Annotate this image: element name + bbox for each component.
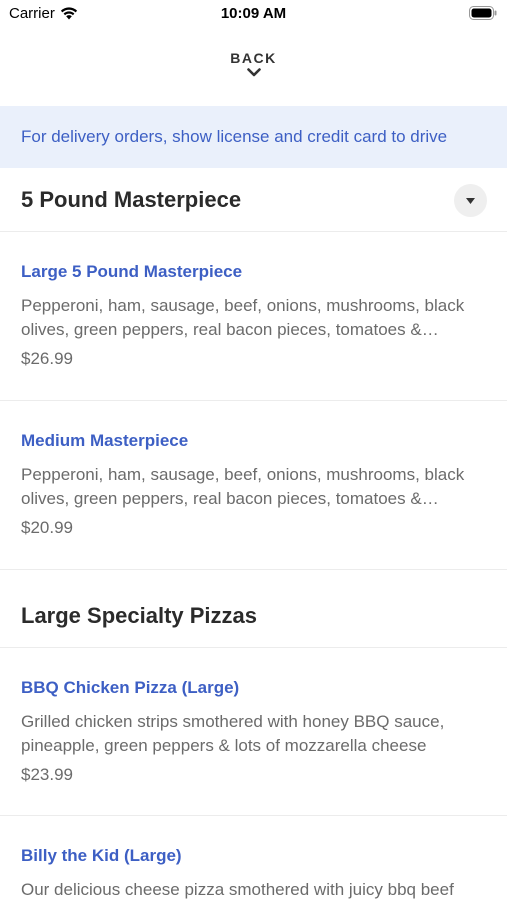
caret-down-icon (466, 197, 475, 204)
menu-item-billy-the-kid[interactable]: Billy the Kid (Large) Our delicious chee… (0, 816, 507, 900)
item-name: BBQ Chicken Pizza (Large) (21, 678, 240, 697)
delivery-notice-text: For delivery orders, show license and cr… (21, 127, 448, 146)
item-price: $20.99 (21, 518, 73, 537)
status-bar: Carrier 10:09 AM (0, 0, 507, 28)
item-description: Pepperoni, ham, sausage, beef, onions, m… (21, 296, 465, 339)
status-time: 10:09 AM (220, 5, 287, 22)
item-description: Grilled chicken strips smothered with ho… (21, 712, 445, 755)
chevron-down-icon (246, 68, 261, 77)
back-label: BACK (230, 50, 277, 66)
menu-item-medium-masterpiece[interactable]: Medium Masterpiece Pepperoni, ham, sausa… (0, 401, 507, 570)
item-price: $26.99 (21, 349, 73, 368)
item-price: $23.99 (21, 765, 73, 784)
battery-icon (469, 6, 497, 20)
item-name: Medium Masterpiece (21, 431, 189, 450)
section-header-5-pound-masterpiece[interactable]: 5 Pound Masterpiece (0, 168, 507, 232)
delivery-notice-banner: For delivery orders, show license and cr… (0, 106, 507, 168)
item-description: Pepperoni, ham, sausage, beef, onions, m… (21, 465, 465, 508)
item-description: Our delicious cheese pizza smothered wit… (21, 880, 454, 899)
collapse-section-button[interactable] (454, 184, 487, 217)
section-title: Large Specialty Pizzas (21, 602, 257, 628)
status-right (469, 6, 497, 24)
item-name: Large 5 Pound Masterpiece (21, 262, 243, 281)
menu-item-large-5-pound-masterpiece[interactable]: Large 5 Pound Masterpiece Pepperoni, ham… (0, 232, 507, 401)
section-title: 5 Pound Masterpiece (21, 186, 242, 212)
menu-item-bbq-chicken-pizza[interactable]: BBQ Chicken Pizza (Large) Grilled chicke… (0, 648, 507, 816)
item-name: Billy the Kid (Large) (21, 846, 182, 865)
section-header-large-specialty-pizzas[interactable]: Large Specialty Pizzas (0, 584, 507, 648)
back-button[interactable]: BACK (0, 50, 507, 77)
